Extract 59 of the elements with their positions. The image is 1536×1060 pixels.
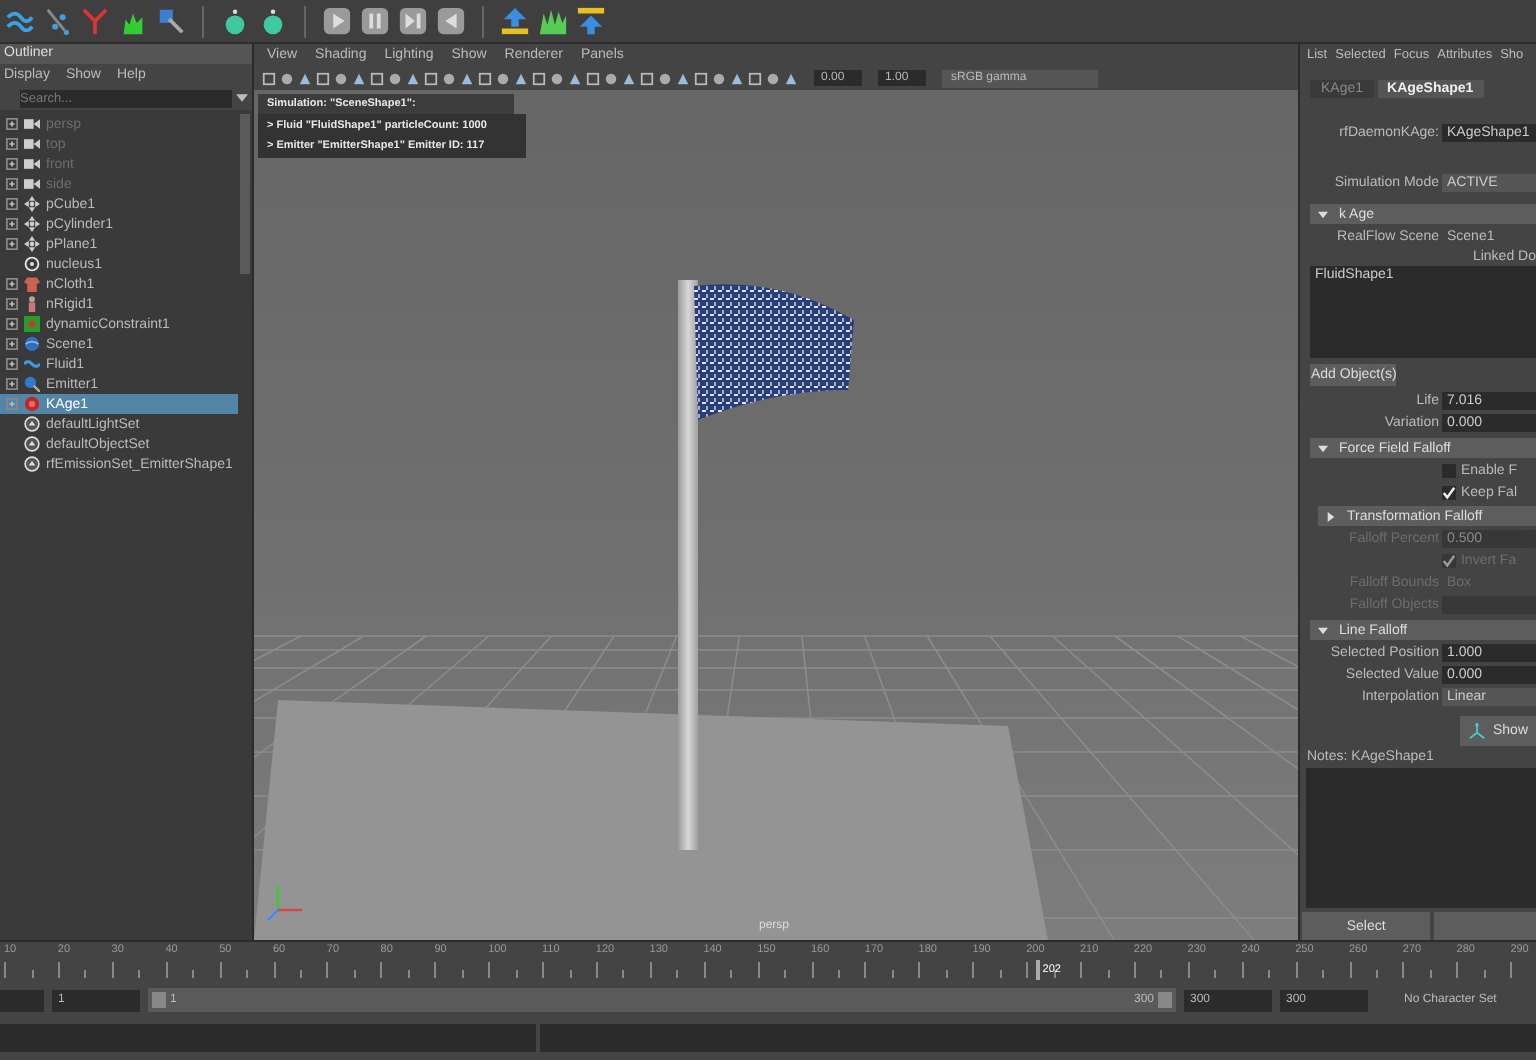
- figure-icon: [24, 296, 40, 312]
- range-handle[interactable]: [1158, 992, 1172, 1008]
- expand-icon[interactable]: [6, 178, 18, 190]
- current-frame-marker[interactable]: [1036, 960, 1041, 980]
- particles-icon[interactable]: [42, 6, 72, 36]
- set-icon: [24, 416, 40, 432]
- sphere-icon[interactable]: [220, 6, 250, 36]
- cross-arrows-icon: [24, 196, 40, 212]
- circle-icon: [24, 396, 40, 412]
- expand-icon[interactable]: [6, 198, 18, 210]
- expand-icon[interactable]: [6, 158, 18, 170]
- globe-icon: [24, 336, 40, 352]
- wand-icon: [24, 376, 40, 392]
- expand-icon[interactable]: [6, 318, 18, 330]
- cross-arrows-icon: [24, 236, 40, 252]
- checkbox[interactable]: [1442, 464, 1457, 478]
- step-icon[interactable]: [398, 6, 428, 36]
- ring-icon: [24, 256, 40, 272]
- camera-icon: [24, 136, 40, 152]
- axis-icon: [268, 886, 303, 921]
- range-handle[interactable]: [152, 992, 166, 1008]
- triangle-icon: [1318, 209, 1329, 219]
- triangle-icon: [1326, 511, 1337, 521]
- set-icon: [24, 456, 40, 472]
- command-line-field[interactable]: [0, 1024, 536, 1052]
- expand-icon[interactable]: [6, 118, 18, 130]
- shirt-icon: [24, 276, 40, 292]
- graph-icon: [1468, 722, 1487, 740]
- rewind-icon[interactable]: [436, 6, 466, 36]
- cross-arrows-icon: [24, 216, 40, 232]
- arrow-icon[interactable]: [576, 6, 606, 36]
- expand-icon[interactable]: [6, 358, 18, 370]
- triangle-icon: [1318, 443, 1329, 453]
- expand-icon[interactable]: [6, 298, 18, 310]
- camera-icon: [24, 176, 40, 192]
- camera-icon: [24, 116, 40, 132]
- expand-icon[interactable]: [6, 138, 18, 150]
- expand-icon[interactable]: [6, 278, 18, 290]
- scrollbar[interactable]: [240, 114, 251, 274]
- start-field[interactable]: [0, 989, 44, 1011]
- expand-icon[interactable]: [6, 218, 18, 230]
- wand-icon[interactable]: [156, 6, 186, 36]
- wave-icon: [24, 356, 40, 372]
- expand-icon[interactable]: [6, 238, 18, 250]
- notes-field[interactable]: [1306, 768, 1536, 908]
- camera-icon: [24, 156, 40, 172]
- triangle-icon: [1318, 625, 1329, 635]
- pause-icon[interactable]: [360, 6, 390, 36]
- arrow-icon[interactable]: [500, 6, 530, 36]
- square-icon: [24, 316, 40, 332]
- expand-icon[interactable]: [6, 338, 18, 350]
- grass-icon[interactable]: [538, 6, 568, 36]
- expand-icon[interactable]: [6, 378, 18, 390]
- sphere-icon[interactable]: [258, 6, 288, 36]
- caret-icon[interactable]: [236, 94, 249, 102]
- set-icon: [24, 436, 40, 452]
- checkbox[interactable]: [1442, 486, 1457, 500]
- play-icon[interactable]: [322, 6, 352, 36]
- wave-icon[interactable]: [4, 6, 34, 36]
